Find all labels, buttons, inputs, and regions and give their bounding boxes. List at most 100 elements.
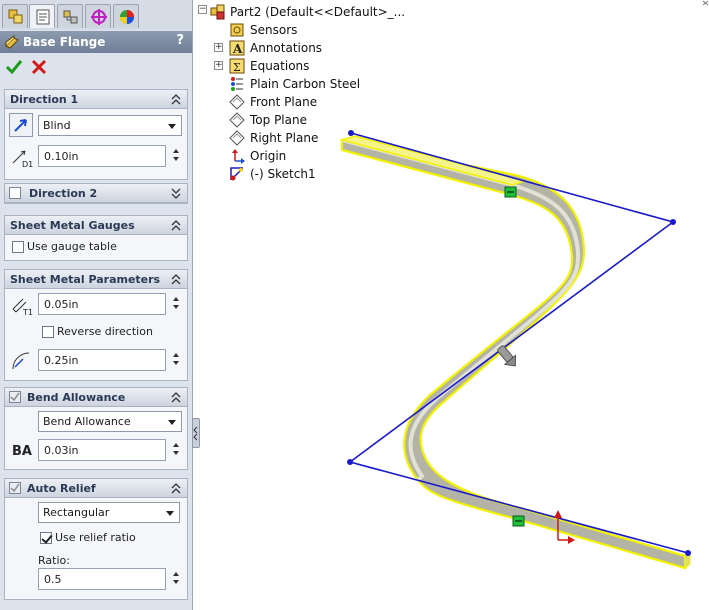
cancel-x-icon[interactable] [30, 58, 48, 76]
feature-tree: − Part2 (Default<<Default>_... Sensors +… [198, 0, 498, 190]
dropdown-arrow-icon [168, 420, 176, 425]
relief-type-select[interactable]: Rectangular [38, 502, 180, 523]
relief-type-value: Rectangular [43, 506, 110, 519]
plane-icon [229, 130, 245, 146]
auto-relief-checkbox[interactable] [9, 482, 21, 494]
gauges-header[interactable]: Sheet Metal Gauges [5, 216, 187, 235]
use-gauge-table-checkbox[interactable] [12, 241, 24, 253]
gauges-title: Sheet Metal Gauges [10, 219, 135, 232]
depth-input[interactable]: 0.10in [38, 145, 166, 167]
chevron-up-icon[interactable] [170, 92, 182, 106]
material-icon [231, 77, 243, 91]
display-manager-tab[interactable] [113, 4, 139, 28]
dim-xpert-tab[interactable] [85, 4, 111, 28]
sketch-icon [230, 167, 243, 181]
tree-item-label: Origin [250, 149, 287, 163]
svg-text:A: A [232, 42, 243, 56]
depth-spinner[interactable] [169, 145, 183, 167]
reverse-direction-button[interactable] [9, 113, 33, 137]
svg-text:T1: T1 [22, 308, 33, 317]
base-flange-icon [5, 35, 19, 49]
configuration-manager-tab[interactable] [57, 4, 83, 28]
sheet-metal-body[interactable] [339, 135, 691, 570]
bend-allowance-type-value: Bend Allowance [43, 415, 131, 428]
chevron-up-icon[interactable] [170, 218, 182, 232]
tree-collapse-toggle[interactable]: − [198, 5, 207, 14]
annotation-icon: A [229, 40, 245, 56]
bend-radius-input[interactable]: 0.25in [38, 349, 166, 371]
bend-allowance-checkbox[interactable] [9, 391, 21, 403]
sensor-icon [230, 23, 244, 37]
chevron-down-icon[interactable] [170, 186, 182, 200]
tree-item-label: Plain Carbon Steel [250, 77, 361, 91]
bend-allowance-input[interactable]: 0.03in [38, 439, 166, 461]
use-relief-ratio-checkbox[interactable] [40, 532, 52, 544]
reverse-direction-checkbox[interactable] [42, 326, 54, 338]
dropdown-arrow-icon [168, 124, 176, 129]
tree-item-label: Sensors [250, 23, 298, 37]
tree-root-label: Part2 (Default<<Default>_... [230, 5, 406, 19]
ratio-spinner[interactable] [169, 568, 183, 590]
tree-item-label: Front Plane [250, 95, 318, 109]
chevron-up-icon[interactable] [170, 481, 182, 495]
thickness-input[interactable]: 0.05in [38, 293, 166, 315]
direction2-checkbox[interactable] [9, 187, 21, 199]
feature-title: Base Flange [23, 35, 106, 49]
bend-allowance-spinner[interactable] [169, 439, 183, 461]
thickness-spinner[interactable] [169, 293, 183, 315]
tree-item-label: Top Plane [250, 113, 307, 127]
chevron-up-icon[interactable] [170, 272, 182, 286]
chevron-up-icon[interactable] [170, 390, 182, 404]
expand-icon[interactable]: + [214, 61, 223, 70]
sketch-point[interactable] [685, 550, 691, 556]
expand-icon[interactable]: + [214, 43, 223, 52]
ratio-input[interactable]: 0.5 [38, 568, 166, 590]
bend-allowance-title: Bend Allowance [27, 391, 126, 404]
manager-tab-strip [0, 0, 192, 30]
bend-radius-spinner[interactable] [169, 349, 183, 371]
origin-icon [232, 149, 245, 164]
parameters-group: Sheet Metal Parameters T1 0.05in Reverse… [4, 269, 188, 381]
bend-allowance-group: Bend Allowance Bend Allowance BA 0.03in [4, 387, 188, 470]
end-condition-select[interactable]: Blind [38, 115, 182, 136]
part-icon [210, 4, 225, 20]
tree-item-label: Equations [250, 59, 310, 73]
reverse-arrow-icon [14, 119, 27, 132]
equation-icon: Σ [229, 58, 245, 74]
bend-allowance-type-select[interactable]: Bend Allowance [38, 411, 182, 432]
plane-icon [229, 94, 245, 110]
sketch-point[interactable] [347, 459, 353, 465]
feature-title-bar: Base Flange ? [0, 31, 192, 53]
collapse-arrows-icon [193, 426, 198, 441]
sketch-point[interactable] [670, 219, 676, 225]
parameters-header[interactable]: Sheet Metal Parameters [5, 270, 187, 289]
direction2-group: Direction 2 [4, 183, 188, 204]
direction1-title: Direction 1 [10, 93, 79, 106]
direction1-header[interactable]: Direction 1 [5, 90, 187, 109]
help-button[interactable]: ? [176, 33, 184, 48]
property-manager-panel: Base Flange ? Direction 1 Blind D1 0.10i… [0, 0, 193, 610]
property-icon [36, 9, 50, 25]
use-relief-ratio-label: Use relief ratio [55, 531, 136, 544]
ok-checkmark-icon[interactable] [5, 58, 23, 76]
reverse-direction-label: Reverse direction [57, 325, 153, 338]
ratio-label: Ratio: [38, 554, 70, 567]
window-close-icon[interactable] [702, 0, 709, 6]
auto-relief-title: Auto Relief [27, 482, 96, 495]
direction2-header[interactable]: Direction 2 [5, 184, 187, 203]
depth-dimension-icon: D1 [12, 150, 33, 169]
property-manager-tab[interactable] [29, 4, 55, 28]
thickness-icon: T1 [12, 298, 33, 317]
configuration-icon [63, 10, 78, 24]
dropdown-arrow-icon [166, 511, 174, 516]
ba-label: BA [12, 444, 32, 459]
svg-text:D1: D1 [22, 160, 33, 169]
plane-icon [229, 112, 245, 128]
bend-allowance-header[interactable]: Bend Allowance [5, 388, 187, 407]
panel-collapse-handle[interactable] [192, 418, 200, 448]
use-gauge-table-label: Use gauge table [27, 240, 117, 253]
feature-manager-tab[interactable] [2, 4, 28, 28]
bend-radius-icon [12, 352, 30, 370]
auto-relief-group: Auto Relief Rectangular Use relief ratio… [4, 478, 188, 600]
auto-relief-header[interactable]: Auto Relief [5, 479, 187, 498]
